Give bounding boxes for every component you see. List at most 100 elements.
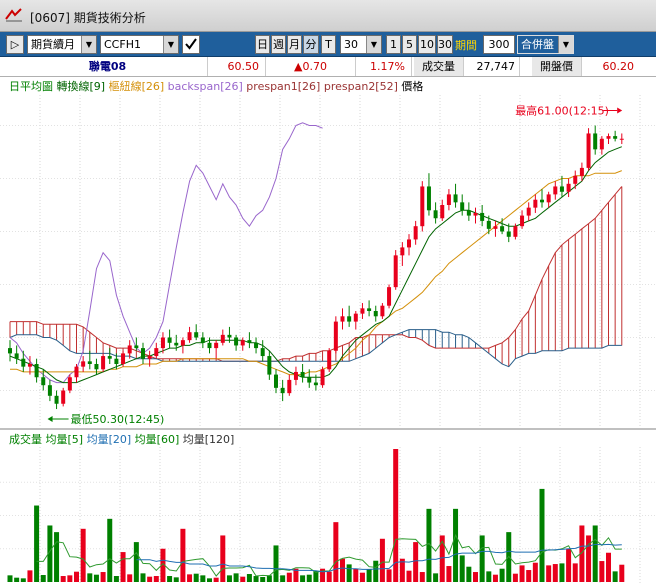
volume-bar [340,558,345,582]
app-icon [5,8,22,22]
volume-bar [273,545,279,582]
checkmark-icon [185,38,197,50]
candle-body [121,353,126,364]
symbol-input[interactable]: CCFH1 ▼ [100,35,179,54]
candle-body [373,311,378,317]
volume-bar [93,574,99,582]
volume-bar [74,571,79,582]
volume-bar [260,577,266,582]
candle-body [340,316,345,322]
candle-body [420,186,425,227]
volume-bar [220,535,226,582]
volume-bar [180,528,186,582]
candle-body [453,194,458,203]
period-button-tick[interactable]: T [321,35,336,54]
volume-bar [373,560,379,582]
period-button-week[interactable]: 週 [271,35,286,54]
minute-button-10[interactable]: 10 [418,35,436,54]
chevron-down-icon[interactable]: ▼ [366,36,381,53]
period-input[interactable]: 300 [483,35,515,54]
candle-body [200,337,205,343]
volume-bar [253,576,259,582]
checkbox[interactable] [182,35,200,54]
candle-body [466,210,471,216]
combine-select[interactable]: 合併盤 ▼ [517,35,574,54]
candle-body [94,364,99,370]
volume-legend: 成交量 均量[5] 均量[20] 均量[60] 均量[120] [9,432,234,446]
chart-area[interactable]: 最高61.00(12:15) 最低50.30(12:45) 日平均圖 轉換線[9]… [0,77,656,584]
period-button-day[interactable]: 日 [255,35,270,54]
volume-bar [100,572,106,582]
minute-button-30[interactable]: 30 [437,35,453,54]
volume-bar [366,569,372,582]
volume-bar [552,564,558,582]
candle-body [460,202,465,211]
legend-item: 日平均圖 [9,80,53,93]
candle-body [134,345,139,349]
candle-body [520,215,525,227]
quote-price: 60.50 [208,57,266,76]
minute-button-1[interactable]: 1 [386,35,401,54]
volume-bar [486,571,492,582]
candle-body [347,316,352,322]
candle-body [167,337,172,343]
volume-bar [379,538,385,582]
candle-body [114,358,119,364]
candle-body [433,210,438,219]
legend-item: prespan2[52] [320,80,398,93]
volume-bar [87,573,93,582]
volume-bar [512,573,518,582]
volume-bar [539,488,545,582]
volume-bar [532,562,538,582]
candle-body [320,369,325,386]
volume-bar [113,576,119,582]
period-label: 期間 [455,39,477,52]
volume-bar [306,574,312,582]
volume-bar [127,574,133,582]
candle-body [47,385,52,396]
volume-bar [439,535,445,582]
candle-body [54,395,59,404]
interval-select[interactable]: 30 ▼ [340,35,382,54]
candle-body [67,377,72,391]
open-label: 開盤價 [532,57,582,76]
volume-bar [120,552,126,582]
volume-bar [446,566,452,582]
candle-body [81,361,86,367]
candle-body [41,377,46,386]
candle-body [154,348,159,357]
volume-bar [433,573,439,582]
volume-bar [80,528,86,582]
candle-body [61,390,66,404]
candle-body [446,194,451,205]
candle-body [313,382,318,386]
legend-item: 均量[20] [83,433,131,446]
volume-bar [466,566,472,582]
candle-body [260,348,265,357]
candle-body [247,340,252,343]
volume-bar [479,535,485,582]
candle-body [500,226,505,232]
chevron-down-icon[interactable]: ▼ [81,36,96,53]
market-select[interactable]: 期貨續月 ▼ [27,35,97,54]
candle-body [606,136,611,139]
chevron-down-icon[interactable]: ▼ [163,36,178,53]
candle-body [586,133,591,168]
minute-button-5[interactable]: 5 [402,35,417,54]
volume-bar [20,578,26,582]
period-button-month[interactable]: 月 [287,35,302,54]
candle-body [540,199,544,203]
period-button-minute[interactable]: 分 [303,35,319,54]
candle-body [293,371,298,380]
quote-open: 60.20 [602,60,635,73]
candle-body [506,231,511,237]
volume-bar [240,576,246,582]
play-icon[interactable]: ▷ [6,35,24,54]
volume-bar [572,563,578,582]
candle-body [87,361,92,364]
candle-body [486,220,491,229]
candle-body [566,183,571,192]
candle-body [8,348,12,354]
chevron-down-icon[interactable]: ▼ [558,36,573,53]
candle-body [380,305,385,317]
